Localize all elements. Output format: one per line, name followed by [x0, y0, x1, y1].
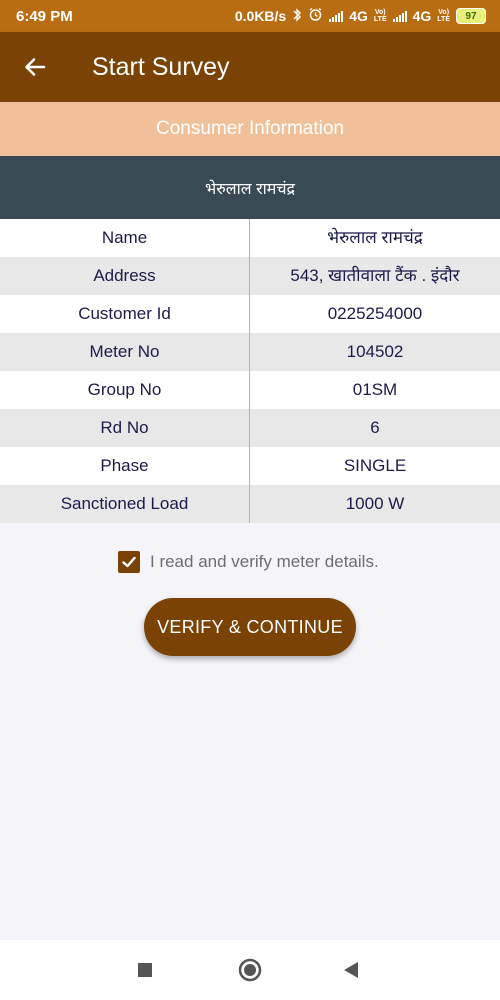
verify-checkbox[interactable]: [118, 551, 140, 573]
battery-icon: 97: [456, 8, 486, 24]
row-value: 1000 W: [345, 494, 405, 513]
table-row: Customer Id 0225254000: [0, 295, 500, 333]
table-row: Address 543, खातीवाला टैंक . इंदौर: [0, 257, 500, 295]
page-title: Start Survey: [92, 52, 230, 81]
app-bar: Start Survey: [0, 32, 500, 102]
volte-icon: Vo) LTE: [373, 9, 387, 23]
bluetooth-icon: [292, 7, 302, 25]
alarm-icon: [308, 7, 323, 25]
status-icons: 0.0KB/s 4G Vo) LTE 4G Vo) LTE 97: [235, 7, 486, 25]
table-row: Rd No 6: [0, 409, 500, 447]
row-value: 104502: [346, 342, 404, 361]
verify-checkbox-row[interactable]: I read and verify meter details.: [118, 551, 379, 573]
status-time: 6:49 PM: [16, 7, 73, 25]
row-label: Group No: [0, 371, 250, 409]
verify-label: I read and verify meter details.: [150, 552, 379, 571]
square-icon: [138, 963, 152, 977]
consumer-name-header: भेरुलाल रामचंद्र: [0, 156, 500, 219]
table-row: Meter No 104502: [0, 333, 500, 371]
signal-icon: [329, 10, 344, 22]
arrow-left-icon: [25, 58, 46, 76]
recents-button[interactable]: [137, 962, 153, 978]
table-row: Group No 01SM: [0, 371, 500, 409]
row-label: Sanctioned Load: [0, 485, 250, 523]
row-value: 6: [370, 418, 380, 437]
row-label: Name: [0, 219, 250, 257]
network-type-1: 4G: [349, 8, 368, 24]
back-nav-button[interactable]: [343, 961, 359, 979]
row-value: 01SM: [352, 380, 398, 399]
section-header: Consumer Information: [0, 102, 500, 156]
row-value: 0225254000: [327, 304, 423, 323]
row-value: भेरुलाल रामचंद्र: [327, 228, 423, 247]
consumer-name-header-text: भेरुलाल रामचंद्र: [204, 180, 295, 198]
consumer-details-table: Name भेरुलाल रामचंद्र Address 543, खातीव…: [0, 219, 500, 523]
row-label: Rd No: [0, 409, 250, 447]
row-label: Address: [0, 257, 250, 295]
row-label: Phase: [0, 447, 250, 485]
signal-icon: [392, 10, 407, 22]
verify-continue-button[interactable]: VERIFY & CONTINUE: [144, 598, 356, 656]
table-row: Sanctioned Load 1000 W: [0, 485, 500, 523]
row-value: SINGLE: [343, 456, 407, 475]
triangle-back-icon: [344, 962, 358, 978]
section-title: Consumer Information: [156, 118, 344, 139]
row-value: 543, खातीवाला टैंक . इंदौर: [290, 266, 460, 285]
network-speed: 0.0KB/s: [234, 8, 287, 24]
checkmark-icon: [122, 556, 136, 568]
table-row: Phase SINGLE: [0, 447, 500, 485]
system-nav-bar: [0, 940, 500, 1000]
circle-icon: [238, 958, 262, 982]
volte-icon: Vo) LTE: [437, 9, 450, 23]
home-button[interactable]: [238, 958, 262, 982]
status-bar: 6:49 PM 0.0KB/s 4G Vo) LTE 4G Vo) LTE 97: [0, 0, 500, 32]
network-type-2: 4G: [412, 8, 432, 24]
table-row: Name भेरुलाल रामचंद्र: [0, 219, 500, 257]
row-label: Meter No: [0, 333, 250, 371]
row-label: Customer Id: [0, 295, 250, 333]
back-button[interactable]: [0, 32, 70, 102]
